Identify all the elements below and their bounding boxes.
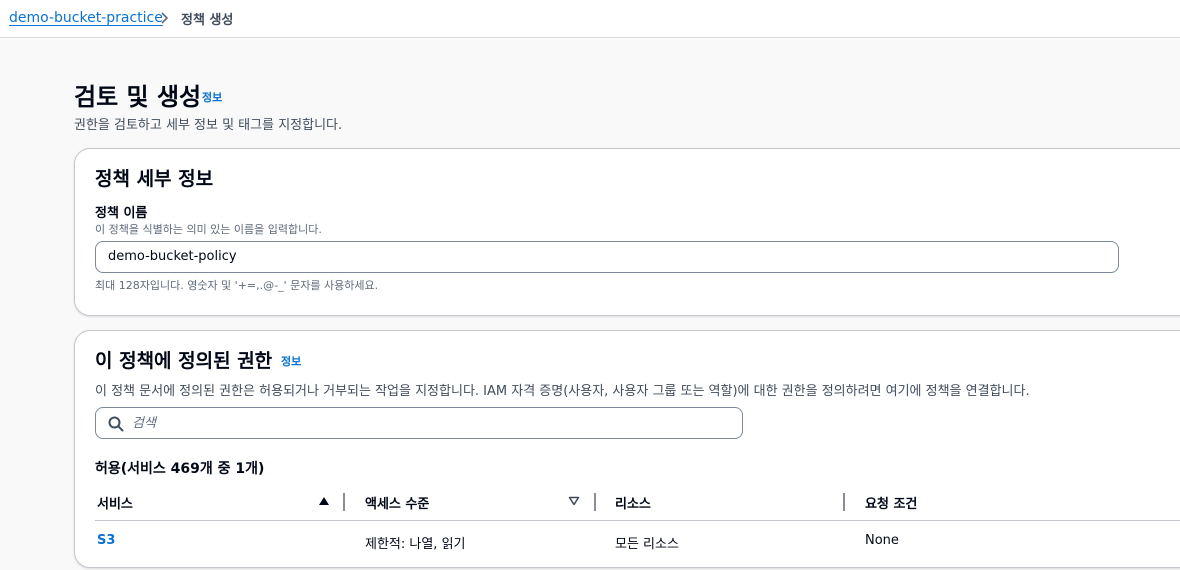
column-header-service[interactable]: 서비스 xyxy=(97,493,133,512)
breadcrumb-link-bucket[interactable]: demo-bucket-practice xyxy=(9,10,163,26)
page-title: 검토 및 생성 xyxy=(74,83,202,111)
caret-up-icon[interactable] xyxy=(318,496,330,506)
policy-name-description: 이 정책을 식별하는 의미 있는 이름을 입력합니다. xyxy=(95,223,322,236)
policy-name-hint: 최대 128자입니다. 영숫자 및 '+=,.@-_' 문자를 사용하세요. xyxy=(95,279,379,292)
allowed-services-title: 허용(서비스 469개 중 1개) xyxy=(95,461,265,477)
permissions-info-link[interactable]: 정보 xyxy=(281,353,301,369)
row-access-level: 제한적: 나열, 읽기 xyxy=(365,537,466,552)
policy-name-input[interactable]: demo-bucket-policy xyxy=(95,241,1119,273)
row-resource: 모든 리소스 xyxy=(615,537,679,552)
column-divider[interactable] xyxy=(343,493,345,511)
permissions-search[interactable] xyxy=(95,407,743,439)
table-header-divider xyxy=(95,520,1180,521)
search-input[interactable] xyxy=(132,408,732,438)
search-icon xyxy=(108,416,124,432)
column-header-resource[interactable]: 리소스 xyxy=(615,493,651,512)
column-divider[interactable] xyxy=(594,493,596,511)
column-header-access-level[interactable]: 액세스 수준 xyxy=(365,493,429,512)
permissions-description: 이 정책 문서에 정의된 권한은 허용되거나 거부되는 작업을 지정합니다. I… xyxy=(95,384,1030,399)
row-request-condition: None xyxy=(865,533,899,548)
column-divider[interactable] xyxy=(843,493,845,511)
caret-down-outline-icon[interactable] xyxy=(568,496,580,506)
permissions-title: 이 정책에 정의된 권한 xyxy=(95,350,273,372)
row-service-link[interactable]: S3 xyxy=(97,533,115,548)
page-description: 권한을 검토하고 세부 정보 및 태그를 지정합니다. xyxy=(74,118,343,133)
chevron-right-icon xyxy=(161,12,169,24)
column-header-request-condition[interactable]: 요청 조건 xyxy=(865,493,917,512)
page-info-link[interactable]: 정보 xyxy=(202,89,222,105)
policy-details-title: 정책 세부 정보 xyxy=(95,168,214,190)
breadcrumb-current: 정책 생성 xyxy=(181,13,234,28)
policy-name-label: 정책 이름 xyxy=(95,206,148,221)
breadcrumb: demo-bucket-practice 정책 생성 xyxy=(0,0,1180,38)
